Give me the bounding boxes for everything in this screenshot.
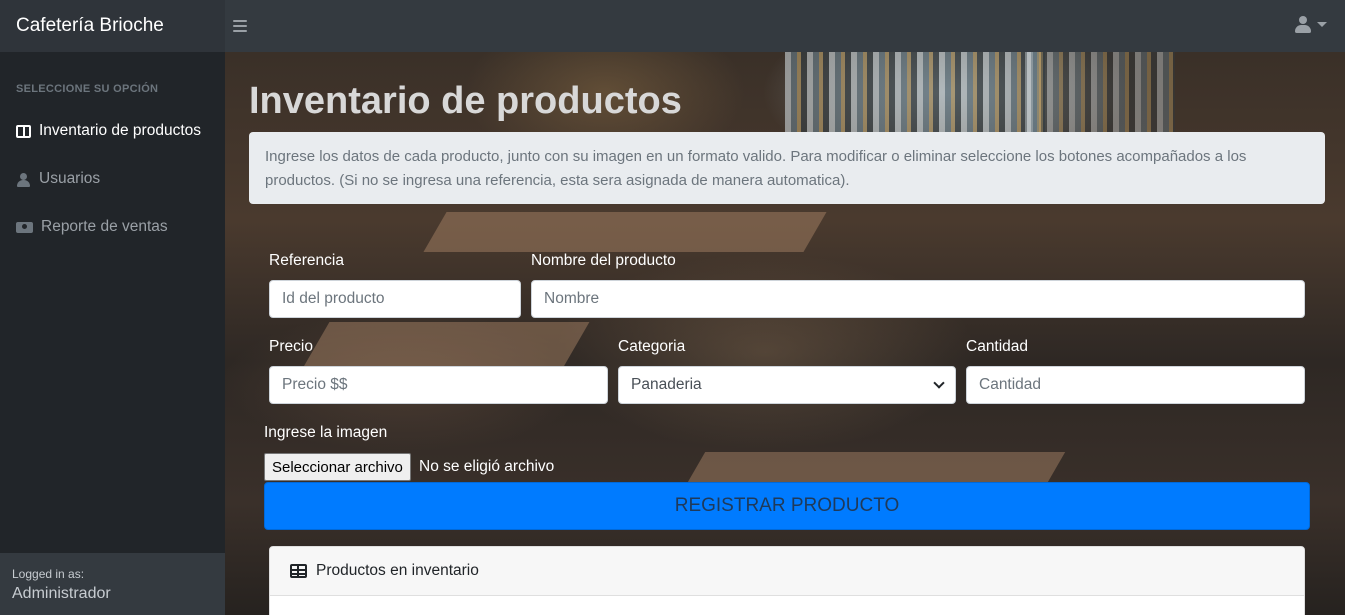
user-menu-dropdown[interactable] <box>1295 16 1327 33</box>
referencia-input[interactable] <box>269 280 521 318</box>
background-decoration <box>423 212 827 252</box>
choose-file-button[interactable]: Seleccionar archivo <box>264 453 411 481</box>
logged-in-label: Logged in as: <box>12 567 85 581</box>
book-open-icon <box>16 124 31 138</box>
main-content: Inventario de productos Ingrese los dato… <box>225 52 1345 615</box>
sidebar-heading: SELECCIONE SU OPCIÓN <box>16 83 159 95</box>
sidebar-item-label: Reporte de ventas <box>41 218 168 235</box>
sidebar-item-label: Inventario de productos <box>39 122 201 139</box>
page-title: Inventario de productos <box>249 80 682 122</box>
referencia-label: Referencia <box>269 252 344 269</box>
inventory-card-header: Productos en inventario <box>270 547 1304 596</box>
logged-in-user: Administrador <box>12 585 111 602</box>
register-product-button[interactable]: REGISTRAR PRODUCTO <box>264 482 1310 530</box>
sidebar-item-inventario[interactable]: Inventario de productos <box>0 107 225 155</box>
nombre-input[interactable] <box>531 280 1305 318</box>
categoria-select[interactable]: Panaderia <box>618 366 956 404</box>
user-icon <box>16 172 31 187</box>
sidebar-footer: Logged in as: Administrador <box>0 553 225 615</box>
precio-input[interactable] <box>269 366 608 404</box>
brand-title[interactable]: Cafetería Brioche <box>0 0 225 52</box>
categoria-selected-value: Panaderia <box>631 376 702 393</box>
sidebar-item-usuarios[interactable]: Usuarios <box>0 155 225 203</box>
menu-toggle-icon[interactable] <box>233 20 247 32</box>
categoria-label: Categoria <box>618 338 686 355</box>
top-navbar: Cafetería Brioche <box>0 0 1345 52</box>
table-icon <box>290 564 307 578</box>
inventory-card: Productos en inventario <box>269 546 1305 615</box>
sidebar: SELECCIONE SU OPCIÓN Inventario de produ… <box>0 52 225 615</box>
imagen-label: Ingrese la imagen <box>264 424 388 441</box>
precio-label: Precio <box>269 338 313 355</box>
info-alert: Ingrese los datos de cada producto, junt… <box>249 132 1325 204</box>
cantidad-input[interactable] <box>966 366 1305 404</box>
background-decoration <box>1025 52 1175 142</box>
caret-down-icon <box>1317 22 1327 27</box>
sidebar-item-label: Usuarios <box>39 170 101 187</box>
chevron-down-icon <box>933 377 945 389</box>
user-icon <box>1295 16 1311 33</box>
inventory-card-title: Productos en inventario <box>316 562 479 579</box>
money-bill-icon <box>16 221 33 233</box>
file-status-text: No se eligió archivo <box>419 458 555 475</box>
sidebar-item-reporte-ventas[interactable]: Reporte de ventas <box>0 203 225 251</box>
background-decoration <box>785 52 1045 142</box>
background-decoration <box>300 322 590 372</box>
cantidad-label: Cantidad <box>966 338 1029 355</box>
nombre-label: Nombre del producto <box>531 252 676 269</box>
